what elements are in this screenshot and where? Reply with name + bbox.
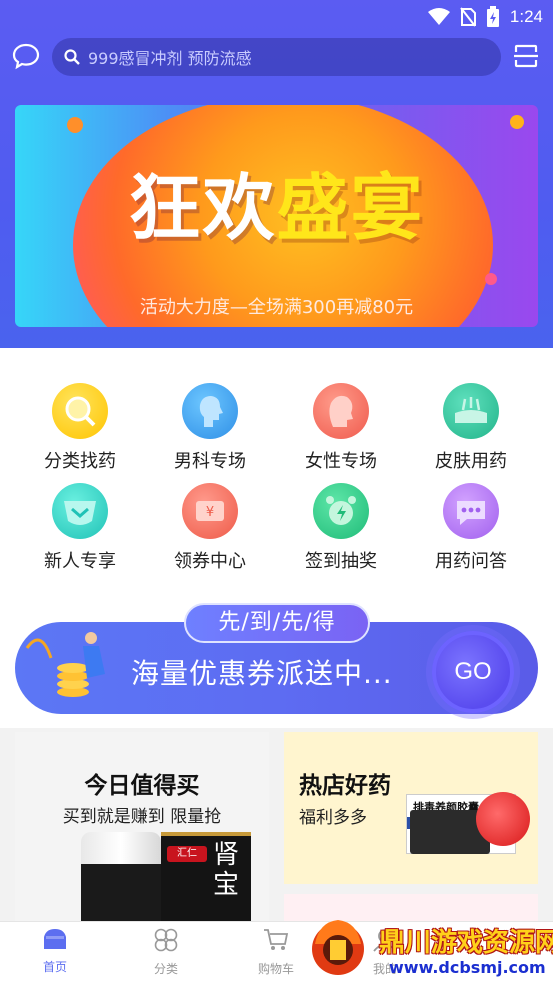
category-label: 新人专享: [44, 551, 116, 572]
banner-title: 狂欢盛宴: [15, 163, 538, 253]
banner-title-yellow: 盛宴: [276, 166, 425, 250]
tab-label: 首页: [42, 960, 67, 974]
promo-text: 海量优惠券派送中...: [131, 657, 393, 690]
category-coupon[interactable]: ¥ 领券中心: [160, 483, 260, 573]
tab-category[interactable]: 分类: [121, 928, 211, 977]
gift-icon: [52, 483, 108, 539]
status-bar: 1:24: [0, 0, 553, 32]
home-icon: [44, 929, 66, 949]
wifi-icon: [427, 8, 450, 25]
cart-icon: [264, 929, 289, 950]
scan-icon[interactable]: [513, 43, 539, 69]
chat-icon[interactable]: [12, 42, 40, 70]
hot-store-title: 热店好药: [299, 773, 391, 799]
category-label: 皮肤用药: [435, 451, 507, 472]
hot-store-subtitle: 福利多多: [299, 808, 367, 828]
category-label: 领券中心: [174, 551, 246, 572]
promo-banner[interactable]: 狂欢盛宴 活动大力度—全场满300再减80元: [15, 105, 538, 327]
banner-subtitle: 活动大力度—全场满300再减80元: [139, 297, 414, 318]
category-qa[interactable]: 用药问答: [421, 483, 521, 573]
status-time: 1:24: [509, 7, 543, 26]
medicine-box: 汇仁 肾宝: [161, 832, 251, 922]
coupon-illustration: [25, 632, 105, 697]
go-button-label: GO: [454, 658, 492, 685]
daily-deal-subtitle: 买到就是赚到 限量抢: [62, 807, 222, 827]
watermark: 鼎川游戏资源网 www.dcbsmj.com: [305, 912, 553, 983]
category-find-medicine[interactable]: 分类找药: [30, 383, 130, 473]
medicine-bottle: [81, 832, 161, 922]
red-capsule-jar: [476, 792, 530, 846]
category-skin[interactable]: 皮肤用药: [421, 383, 521, 473]
product-name: 肾宝: [213, 840, 240, 900]
banner-decoration: [485, 273, 497, 285]
skin-icon: [443, 383, 499, 439]
category-new-user[interactable]: 新人专享: [30, 483, 130, 573]
search-placeholder: 999感冒冲剂 预防流感: [88, 49, 252, 68]
tab-label: 分类: [153, 962, 178, 976]
watermark-url: www.dcbsmj.com: [389, 958, 546, 977]
go-button[interactable]: GO: [432, 631, 514, 713]
svg-text:¥: ¥: [206, 505, 214, 520]
magnifier-icon: [52, 383, 108, 439]
bottle-label: [81, 864, 161, 922]
product-brand: 汇仁: [167, 846, 207, 862]
watermark-text: 鼎川游戏资源网: [379, 928, 553, 958]
banner-decoration: [67, 117, 83, 133]
category-icon: [154, 928, 178, 952]
watermark-logo: [312, 920, 364, 975]
category-checkin[interactable]: 签到抽奖: [291, 483, 391, 573]
search-icon: [64, 49, 80, 65]
no-sim-icon: [460, 7, 476, 27]
male-head-icon: [182, 383, 238, 439]
female-head-icon: [313, 383, 369, 439]
category-label: 分类找药: [44, 451, 116, 472]
battery-charging-icon: [486, 6, 499, 27]
category-female[interactable]: 女性专场: [291, 383, 391, 473]
hot-store-card[interactable]: 热店好药 福利多多 排毒养颜胶囊: [284, 732, 538, 884]
category-label: 签到抽奖: [305, 551, 377, 572]
coupon-icon: ¥: [182, 483, 238, 539]
category-label: 男科专场: [174, 451, 246, 472]
chat-bubble-icon: [443, 483, 499, 539]
tab-home[interactable]: 首页: [10, 928, 100, 975]
banner-decoration: [510, 115, 524, 129]
category-male[interactable]: 男科专场: [160, 383, 260, 473]
category-label: 用药问答: [435, 551, 507, 572]
daily-deal-card[interactable]: 今日值得买 买到就是赚到 限量抢 汇仁 肾宝: [15, 732, 269, 922]
alarm-clock-icon: [313, 483, 369, 539]
category-label: 女性专场: [305, 451, 377, 472]
promo-tag: 先/到/先/得: [184, 603, 370, 643]
banner-title-white: 狂欢: [128, 166, 277, 250]
search-input[interactable]: 999感冒冲剂 预防流感: [52, 38, 501, 76]
daily-deal-title: 今日值得买: [84, 773, 200, 799]
